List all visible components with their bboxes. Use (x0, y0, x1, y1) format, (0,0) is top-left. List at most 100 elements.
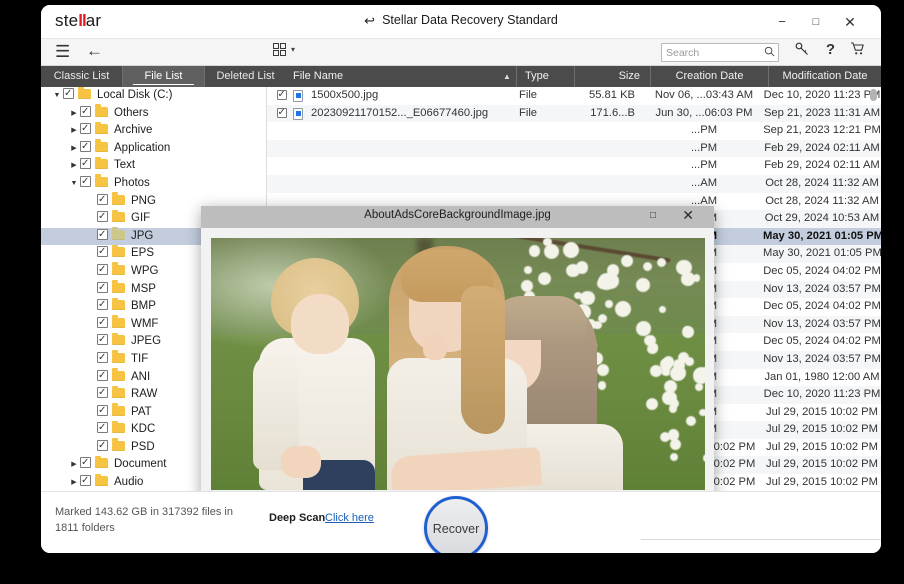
tree-checkbox[interactable] (80, 472, 91, 490)
tree-item-photos[interactable]: ▼ Photos (41, 173, 267, 193)
file-checkbox[interactable] (277, 87, 287, 104)
file-row[interactable]: ...AM Oct 28, 2024 11:32 AM (267, 174, 881, 193)
back-arrow-icon[interactable]: ↩ (364, 13, 375, 29)
tree-checkbox[interactable] (97, 261, 108, 279)
tree-checkbox[interactable] (97, 402, 108, 419)
file-row[interactable]: 20230921170152..._E06677460.jpg File 171.6… (267, 104, 881, 123)
activation-key-icon[interactable] (795, 42, 809, 59)
tree-checkbox[interactable] (97, 384, 108, 402)
column-header-modification-date[interactable]: Modification Date (769, 66, 881, 87)
sort-ascending-icon[interactable]: ▲ (503, 72, 511, 81)
file-modification-date: May 30, 2021 01:05 PM (763, 247, 881, 260)
window-title-text: Stellar Data Recovery Standard (382, 13, 558, 27)
tree-item-local-disk-c[interactable]: ▼ Local Disk (C:) (41, 87, 267, 105)
deep-scan-link[interactable]: Click here (325, 512, 374, 524)
tree-item-application[interactable]: ▶ Application (41, 138, 267, 158)
tree-checkbox[interactable] (80, 173, 91, 191)
tree-item-others[interactable]: ▶ Others (41, 103, 267, 123)
tree-caret-icon[interactable]: ▶ (68, 140, 80, 158)
tree-checkbox[interactable] (97, 314, 108, 331)
key-glyph (795, 42, 808, 55)
tree-caret-icon[interactable]: ▼ (51, 87, 63, 105)
tree-caret-icon[interactable]: ▶ (68, 474, 80, 492)
tree-checkbox[interactable] (80, 138, 91, 155)
column-header-creation-date[interactable]: Creation Date (651, 66, 769, 87)
tab-deleted-list[interactable]: Deleted List (205, 66, 287, 87)
tree-caret-icon[interactable]: ▶ (68, 157, 80, 175)
chevron-down-icon[interactable]: ▾ (291, 45, 295, 54)
tree-checkbox[interactable] (97, 208, 108, 226)
status-divider (641, 539, 881, 540)
tree-checkbox[interactable] (97, 349, 108, 367)
file-row[interactable]: ...PM Feb 29, 2024 02:11 AM (267, 157, 881, 175)
tree-checkbox[interactable] (97, 296, 108, 314)
application-window: stellar ↩ Stellar Data Recovery Standard … (41, 5, 881, 553)
tree-checkbox[interactable] (80, 103, 91, 120)
file-type: File (519, 106, 538, 119)
tree-checkbox[interactable] (97, 419, 108, 437)
column-header-file-name[interactable]: File Name (285, 66, 517, 87)
tree-checkbox[interactable] (97, 191, 108, 208)
photo-blossom-dot (642, 261, 653, 272)
photo-blossom-dot (562, 241, 579, 258)
preview-close-button[interactable]: ✕ (682, 207, 694, 224)
tab-classic-list[interactable]: Classic List (41, 66, 123, 87)
file-row[interactable]: 1500x500.jpg File 55.81 KB Nov 06, ...03:43… (267, 87, 881, 105)
help-icon[interactable]: ? (826, 41, 835, 58)
cart-icon[interactable] (850, 42, 865, 59)
tree-checkbox[interactable] (97, 226, 108, 243)
search-icon[interactable] (764, 46, 775, 60)
photo-blossom-dot (669, 438, 681, 450)
file-name: 20230921170152..._E06677460.jpg (311, 106, 489, 119)
photo-blossom-dot (597, 363, 609, 376)
recover-button[interactable]: Recover (424, 496, 488, 553)
tree-caret-icon[interactable]: ▶ (68, 456, 80, 474)
tree-caret-icon[interactable]: ▶ (68, 122, 80, 140)
file-modification-date: Sep 21, 2023 12:21 PM (763, 124, 881, 137)
tree-checkbox[interactable] (80, 120, 91, 138)
grid-view-icon[interactable] (273, 43, 287, 60)
folder-icon (95, 121, 108, 135)
tree-checkbox[interactable] (63, 87, 74, 103)
search-box[interactable] (661, 43, 779, 62)
back-navigation-icon[interactable]: ← (86, 41, 103, 61)
file-modification-date: Dec 10, 2020 11:23 PM (763, 388, 881, 401)
tree-checkbox[interactable] (97, 279, 108, 296)
tab-file-list-label: File List (144, 70, 183, 82)
file-modification-date: May 30, 2021 01:05 PM (763, 229, 881, 242)
file-checkbox[interactable] (277, 104, 287, 121)
tree-item-label: GIF (131, 212, 151, 225)
tree-caret-icon[interactable]: ▶ (68, 105, 80, 123)
image-preview-dialog[interactable]: AboutAdsCoreBackgroundImage.jpg □ ✕ (201, 206, 714, 527)
tree-caret-icon[interactable]: ▼ (68, 175, 80, 193)
hamburger-menu-icon[interactable]: ☰ (55, 42, 70, 62)
minimize-button[interactable]: − (771, 11, 793, 33)
column-header-size[interactable]: Size (575, 66, 651, 87)
tree-checkbox[interactable] (80, 454, 91, 472)
tree-checkbox[interactable] (97, 367, 108, 384)
photo-blossom-dot (604, 300, 613, 309)
file-modification-date: Oct 29, 2024 10:53 AM (764, 212, 880, 225)
tree-item-archive[interactable]: ▶ Archive (41, 120, 267, 140)
tree-item-label: Local Disk (C:) (97, 89, 173, 101)
file-row[interactable]: ...PM Sep 21, 2023 12:21 PM (267, 122, 881, 140)
file-row[interactable]: ...PM Feb 29, 2024 02:11 AM (267, 139, 881, 158)
tree-checkbox[interactable] (80, 155, 91, 173)
column-header-type[interactable]: Type (517, 66, 575, 87)
tab-file-list[interactable]: File List (123, 66, 205, 87)
folder-icon (112, 297, 125, 311)
file-list-scrollbar-thumb[interactable] (870, 89, 877, 101)
maximize-button[interactable]: □ (805, 11, 827, 33)
tree-item-label: Archive (114, 124, 153, 137)
tree-checkbox[interactable] (97, 243, 108, 261)
tree-checkbox[interactable] (97, 437, 108, 454)
tree-checkbox[interactable] (97, 331, 108, 349)
preview-maximize-button[interactable]: □ (650, 210, 656, 221)
close-button[interactable]: ✕ (839, 11, 861, 33)
photo-blossom-dot (524, 265, 533, 274)
preview-dialog-titlebar[interactable]: AboutAdsCoreBackgroundImage.jpg □ ✕ (201, 206, 714, 228)
photo-blossom-dot (676, 259, 692, 276)
search-input[interactable] (666, 44, 758, 61)
file-list-scrollbar[interactable] (870, 89, 877, 510)
tree-item-text[interactable]: ▶ Text (41, 155, 267, 175)
